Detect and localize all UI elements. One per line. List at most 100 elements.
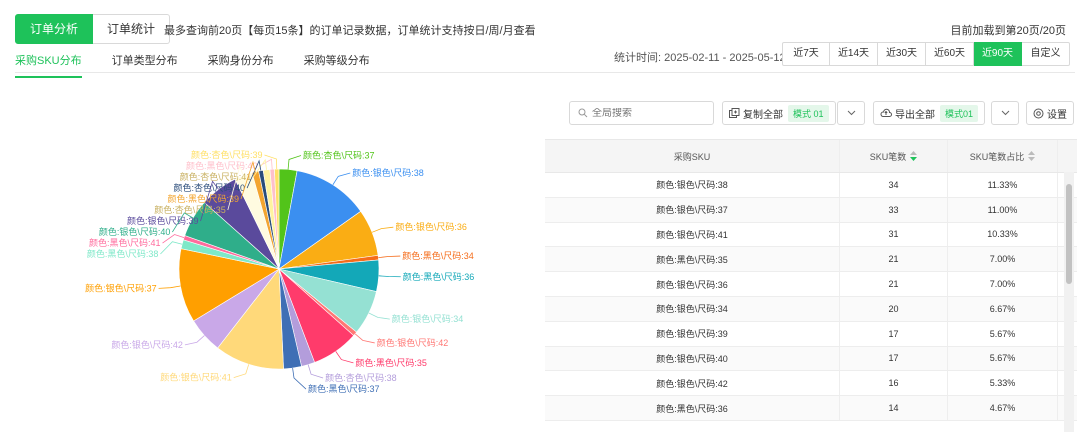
export-dropdown-button[interactable] [991, 101, 1019, 125]
range-custom-button[interactable]: 自定义 [1022, 42, 1070, 66]
pie-label-line [287, 155, 302, 170]
pie-slice-label: 颜色:银色\尺码:37 [85, 282, 157, 293]
subtab-buyer-level[interactable]: 采购等级分布 [304, 52, 370, 78]
table-row[interactable]: 颜色:银色\尺码:42 16 5.33% [545, 371, 1077, 397]
cell-sku-ratio: 5.67% [948, 321, 1058, 346]
cell-sku-ratio: 7.00% [948, 272, 1058, 296]
pie-slice-label: 颜色:银色\尺码:41 [160, 372, 232, 383]
table-body: 颜色:银色\尺码:38 34 11.33% 颜色:银色\尺码:37 33 11.00% 颜色… [545, 173, 1077, 421]
search-input[interactable] [592, 107, 702, 119]
pie-chart-svg: 颜色:杏色\尺码:37 颜色:银色\尺码:38 颜色:银色\尺码:36 颜色:黑色\尺… [85, 149, 475, 394]
pie-slice-label: 颜色:杏色\尺码:38 [325, 372, 397, 383]
pie-slice-label: 颜色:黑色\尺码:41 [89, 237, 161, 248]
sub-tabs: 采购SKU分布 订单类型分布 采购身份分布 采购等级分布 [15, 52, 400, 78]
chevron-down-icon [1001, 110, 1009, 116]
range-60d-button[interactable]: 近60天 [926, 42, 974, 66]
pie-label-line [307, 364, 324, 379]
pie-slice-label: 颜色:杏色\尺码:37 [303, 149, 375, 160]
sort-icon [1028, 151, 1036, 161]
table-row[interactable]: 颜色:银色\尺码:41 31 10.33% [545, 222, 1077, 248]
pie-slice-label: 颜色:杏色\尺码:39 [191, 149, 263, 160]
range-7d-button[interactable]: 近7天 [782, 42, 830, 66]
table-row[interactable]: 颜色:银色\尺码:37 33 11.00% [545, 197, 1077, 223]
pie-label-line [292, 368, 307, 390]
header-sku[interactable]: 采购SKU [545, 140, 840, 172]
cell-sku-count: 20 [840, 296, 948, 321]
header-sku-count[interactable]: SKU笔数 [840, 140, 948, 172]
cell-sku: 颜色:银色\尺码:41 [545, 222, 840, 247]
cell-sku-count: 33 [840, 197, 948, 222]
subtab-sku-distribution[interactable]: 采购SKU分布 [15, 52, 82, 78]
cloud-export-icon [880, 108, 892, 117]
export-mode-badge: 模式01 [940, 104, 979, 122]
range-30d-button[interactable]: 近30天 [878, 42, 926, 66]
settings-label: 设置 [1047, 109, 1067, 121]
pie-slice-label: 颜色:黑色\尺码:39 [167, 193, 239, 204]
pie-label-line [160, 241, 183, 255]
table-row[interactable]: 颜色:银色\尺码:36 21 7.00% [545, 272, 1077, 297]
pie-label-line [378, 255, 401, 259]
subtab-order-type[interactable]: 订单类型分布 [112, 52, 178, 78]
stat-time: 统计时间: 2025-02-11 - 2025-05-12 [614, 52, 786, 64]
pie-slice-label: 颜色:黑色\尺码:38 [87, 248, 159, 259]
table-row[interactable]: 颜色:银色\尺码:39 17 5.67% [545, 321, 1077, 347]
export-all-label: 导出全部 [895, 109, 935, 121]
table-row[interactable]: 颜色:黑色\尺码:35 21 7.00% [545, 247, 1077, 273]
pie-slice-label: 颜色:杏色\尺码:35 [154, 204, 226, 215]
pie-label-line [184, 335, 205, 346]
cell-sku-ratio: 11.33% [948, 173, 1058, 197]
export-all-button[interactable]: 导出全部 模式01 [873, 101, 986, 125]
pie-chart: 颜色:杏色\尺码:37 颜色:银色\尺码:38 颜色:银色\尺码:36 颜色:黑色\尺… [0, 130, 540, 433]
pie-slice-label: 颜色:黑色\尺码:36 [403, 271, 475, 282]
settings-button[interactable]: 设置 [1026, 101, 1074, 125]
cell-sku-ratio: 7.00% [948, 247, 1058, 272]
table-scrollbar[interactable] [1064, 172, 1074, 432]
scrollbar-thumb[interactable] [1066, 184, 1072, 284]
range-14d-button[interactable]: 近14天 [830, 42, 878, 66]
cell-sku-count: 14 [840, 396, 948, 420]
pie-slice-label: 颜色:黑色\尺码:40 [186, 160, 258, 171]
chevron-down-icon [847, 110, 855, 116]
table-row[interactable]: 颜色:黑色\尺码:36 14 4.67% [545, 396, 1077, 421]
copy-all-label: 复制全部 [743, 109, 783, 121]
top-description: 最多查询前20页【每页15条】的订单记录数据，订单统计支持按日/周/月查看 [164, 25, 536, 37]
table-header: 采购SKU SKU笔数 SKU笔数占比 [545, 140, 1077, 173]
pie-slice-label: 颜色:银色\尺码:39 [127, 215, 199, 226]
cell-sku-ratio: 10.33% [948, 222, 1058, 247]
pie-slice-label: 颜色:杏色\尺码:41 [180, 171, 252, 182]
cell-sku-ratio: 6.67% [948, 296, 1058, 321]
pie-slice-label: 颜色:黑色\尺码:34 [402, 250, 474, 261]
search-icon [578, 108, 588, 118]
range-90d-button[interactable]: 近90天 [974, 42, 1022, 66]
cell-sku-ratio: 11.00% [948, 197, 1058, 222]
header-sku-ratio[interactable]: SKU笔数占比 [948, 140, 1058, 172]
pie-slice-label: 颜色:银色\尺码:34 [392, 313, 464, 324]
range-group: 近7天 近14天 近30天 近60天 近90天 自定义 [782, 42, 1070, 66]
cell-sku: 颜色:黑色\尺码:36 [545, 396, 840, 420]
pie-label-line [368, 312, 390, 320]
table-row[interactable]: 颜色:银色\尺码:40 17 5.67% [545, 346, 1077, 372]
copy-icon [729, 107, 740, 118]
cell-sku: 颜色:黑色\尺码:35 [545, 247, 840, 272]
cell-sku: 颜色:银色\尺码:37 [545, 197, 840, 222]
table-row[interactable]: 颜色:银色\尺码:34 20 6.67% [545, 296, 1077, 322]
subtab-buyer-identity[interactable]: 采购身份分布 [208, 52, 274, 78]
pie-slice-label: 颜色:银色\尺码:42 [377, 337, 449, 348]
cell-sku-count: 16 [840, 371, 948, 396]
copy-mode-badge: 模式 01 [788, 104, 829, 122]
load-status: 目前加载到第20页/20页 [950, 25, 1066, 37]
cell-sku-ratio: 4.67% [948, 396, 1058, 420]
copy-all-button[interactable]: 复制全部 模式 01 [722, 101, 836, 125]
sku-table: 采购SKU SKU笔数 SKU笔数占比 颜色:银色\尺码:38 34 11.33% 颜… [545, 139, 1077, 421]
pie-slice-label: 颜色:黑色\尺码:35 [355, 357, 427, 368]
copy-dropdown-button[interactable] [837, 101, 865, 125]
tab-order-analysis[interactable]: 订单分析 [15, 14, 94, 44]
table-row[interactable]: 颜色:银色\尺码:38 34 11.33% [545, 173, 1077, 198]
search-box[interactable] [569, 101, 714, 125]
pie-slice-label: 颜色:银色\尺码:40 [99, 226, 171, 237]
tab-order-statistics[interactable]: 订单统计 [93, 14, 171, 44]
pie-label-line [332, 172, 351, 185]
pie-slice-label: 颜色:银色\尺码:38 [352, 167, 424, 178]
cell-sku: 颜色:银色\尺码:42 [545, 371, 840, 396]
subtab-divider [15, 72, 1075, 73]
